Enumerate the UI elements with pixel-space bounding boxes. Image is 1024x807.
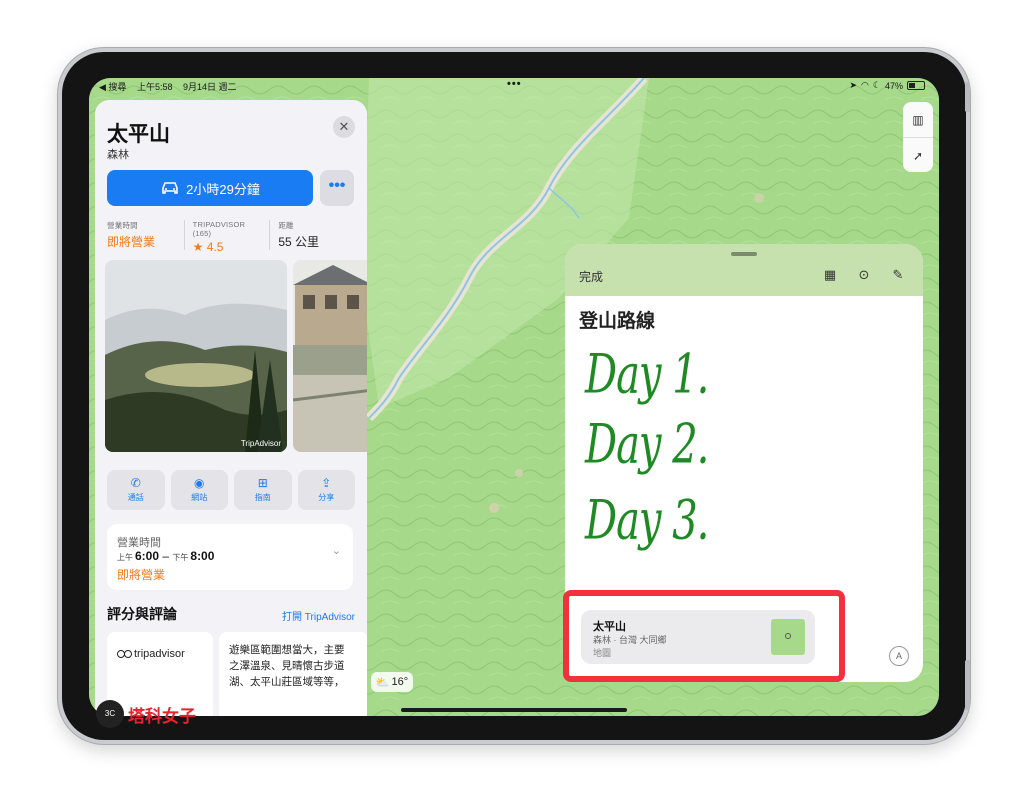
car-icon: [162, 182, 178, 194]
battery-icon: [907, 81, 925, 90]
stat-label: 營業時間: [107, 221, 138, 230]
review-card[interactable]: 遊樂區範圍想當大，主要 之澤溫泉、見晴懷古步道 湖、太平山莊區域等等，: [219, 632, 367, 716]
weather-temp: 16°: [391, 676, 409, 688]
hours-label: 營業時間: [117, 537, 161, 549]
action-label: 指南: [254, 493, 271, 502]
open-tripadvisor-link[interactable]: 打開 TripAdvisor: [282, 608, 355, 623]
status-time: 上午5:58: [136, 82, 173, 92]
stat-value: 即將營業: [107, 235, 156, 249]
multitasking-dots-icon[interactable]: •••: [507, 78, 522, 90]
watermark-badge: 3C: [96, 700, 124, 728]
status-right: ➤ ◠ ☾ 47%: [849, 80, 925, 91]
back-to-app-link[interactable]: ◀ 搜尋: [99, 82, 126, 92]
close-time: 8:00: [190, 549, 215, 563]
tripadvisor-logo: tripadvisor: [117, 648, 185, 660]
directions-label: 2小時29分鐘: [186, 181, 260, 197]
directions-button[interactable]: 2小時29分鐘: [107, 170, 313, 206]
hours-time: 上午 6:00 – 下午 8:00: [117, 549, 214, 563]
close-prefix: 下午: [172, 553, 189, 562]
place-photo-lodge[interactable]: [293, 260, 367, 452]
stat-value: 55 公里: [278, 235, 320, 249]
side-button-bottom: [965, 660, 970, 710]
place-card: 太平山 森林 ✕ 2小時29分鐘 ••• 營業時間 即將營業 TRIPADVIS…: [95, 100, 367, 716]
stat-label: TRIPADVISOR (165): [192, 220, 246, 238]
action-buttons: ✆ 通話 ◉ 網站 ⊞ 指南 ⇪ 分享: [107, 470, 355, 510]
guide-button[interactable]: ⊞ 指南: [234, 470, 292, 510]
stat-distance[interactable]: 距離 55 公里: [278, 220, 355, 250]
more-button[interactable]: •••: [320, 170, 354, 206]
compass-icon: ◉: [194, 476, 205, 490]
website-button[interactable]: ◉ 網站: [170, 470, 228, 510]
place-stats: 營業時間 即將營業 TRIPADVISOR (165) ★ 4.5 距離 55 …: [107, 220, 355, 254]
tripadvisor-brand: tripadvisor: [134, 648, 185, 660]
home-indicator[interactable]: [401, 708, 627, 712]
grid-icon[interactable]: ▦: [821, 266, 839, 284]
action-label: 通話: [127, 493, 144, 502]
side-button-top: [965, 82, 970, 112]
place-category: 森林: [107, 149, 129, 161]
weather-badge: ⛅ 16°: [371, 672, 413, 692]
stat-hours[interactable]: 營業時間 即將營業: [107, 220, 185, 250]
partly-cloudy-icon: ⛅: [375, 676, 390, 689]
plus-icon: ⊞: [257, 476, 268, 490]
handwriting-line-3: Day 3.: [585, 490, 709, 553]
owl-icon: [117, 650, 132, 658]
action-label: 分享: [318, 493, 335, 502]
hours-dash: –: [162, 549, 173, 563]
hours-status: 即將營業: [117, 568, 166, 582]
open-time: 6:00: [135, 549, 160, 563]
close-icon[interactable]: ✕: [333, 116, 355, 138]
place-photo-lake[interactable]: TripAdvisor: [105, 260, 287, 452]
location-icon: ➤: [849, 80, 858, 90]
highlight-box: [563, 590, 845, 682]
handwriting-line-2: Day 2.: [585, 414, 709, 477]
chevron-down-icon[interactable]: ⌄: [332, 544, 341, 557]
map-mode-icon[interactable]: ▥: [903, 102, 933, 137]
reviews-title: 評分與評論: [107, 606, 177, 622]
status-date: 9月14日 週二: [183, 82, 237, 92]
review-text: 遊樂區範圍想當大，主要 之澤溫泉、見晴懷古步道 湖、太平山莊區域等等，: [229, 644, 345, 688]
note-title[interactable]: 登山路線: [579, 306, 655, 333]
call-button[interactable]: ✆ 通話: [107, 470, 165, 510]
stat-value: ★ 4.5: [192, 240, 224, 254]
hours-card[interactable]: 營業時間 上午 6:00 – 下午 8:00 即將營業 ⌄: [107, 524, 353, 590]
ellipsis-circle-icon[interactable]: ⊙: [855, 266, 873, 284]
status-bar: ◀ 搜尋 上午5:58 9月14日 週二 ••• ➤ ◠ ☾ 47%: [89, 78, 939, 94]
phone-icon: ✆: [130, 476, 141, 490]
quick-note-toolbar: 完成 ▦ ⊙ ✎: [565, 244, 923, 296]
place-title: 太平山: [107, 123, 170, 146]
pencil-tip-icon[interactable]: A: [889, 646, 909, 666]
done-button[interactable]: 完成: [579, 268, 603, 285]
open-prefix: 上午: [117, 553, 133, 562]
stat-rating[interactable]: TRIPADVISOR (165) ★ 4.5: [192, 220, 271, 254]
watermark: 3C 塔科女子: [96, 700, 196, 728]
map-controls: ▥ ➚: [903, 102, 933, 172]
watermark-text: 塔科女子: [128, 706, 196, 726]
share-icon: ⇪: [321, 476, 332, 490]
compose-icon[interactable]: ✎: [889, 266, 907, 284]
moon-icon: ☾: [872, 80, 881, 90]
status-left: ◀ 搜尋 上午5:58 9月14日 週二: [99, 80, 245, 93]
battery-percent: 47%: [884, 80, 903, 91]
stat-label: 距離: [278, 221, 294, 230]
action-label: 網站: [191, 493, 208, 502]
photo-credit: TripAdvisor: [240, 439, 281, 448]
share-button[interactable]: ⇪ 分享: [297, 470, 355, 510]
handwriting-line-1: Day 1.: [585, 344, 709, 407]
drag-handle[interactable]: [731, 252, 757, 256]
wifi-icon: ◠: [861, 80, 869, 90]
location-arrow-icon[interactable]: ➚: [903, 137, 933, 173]
